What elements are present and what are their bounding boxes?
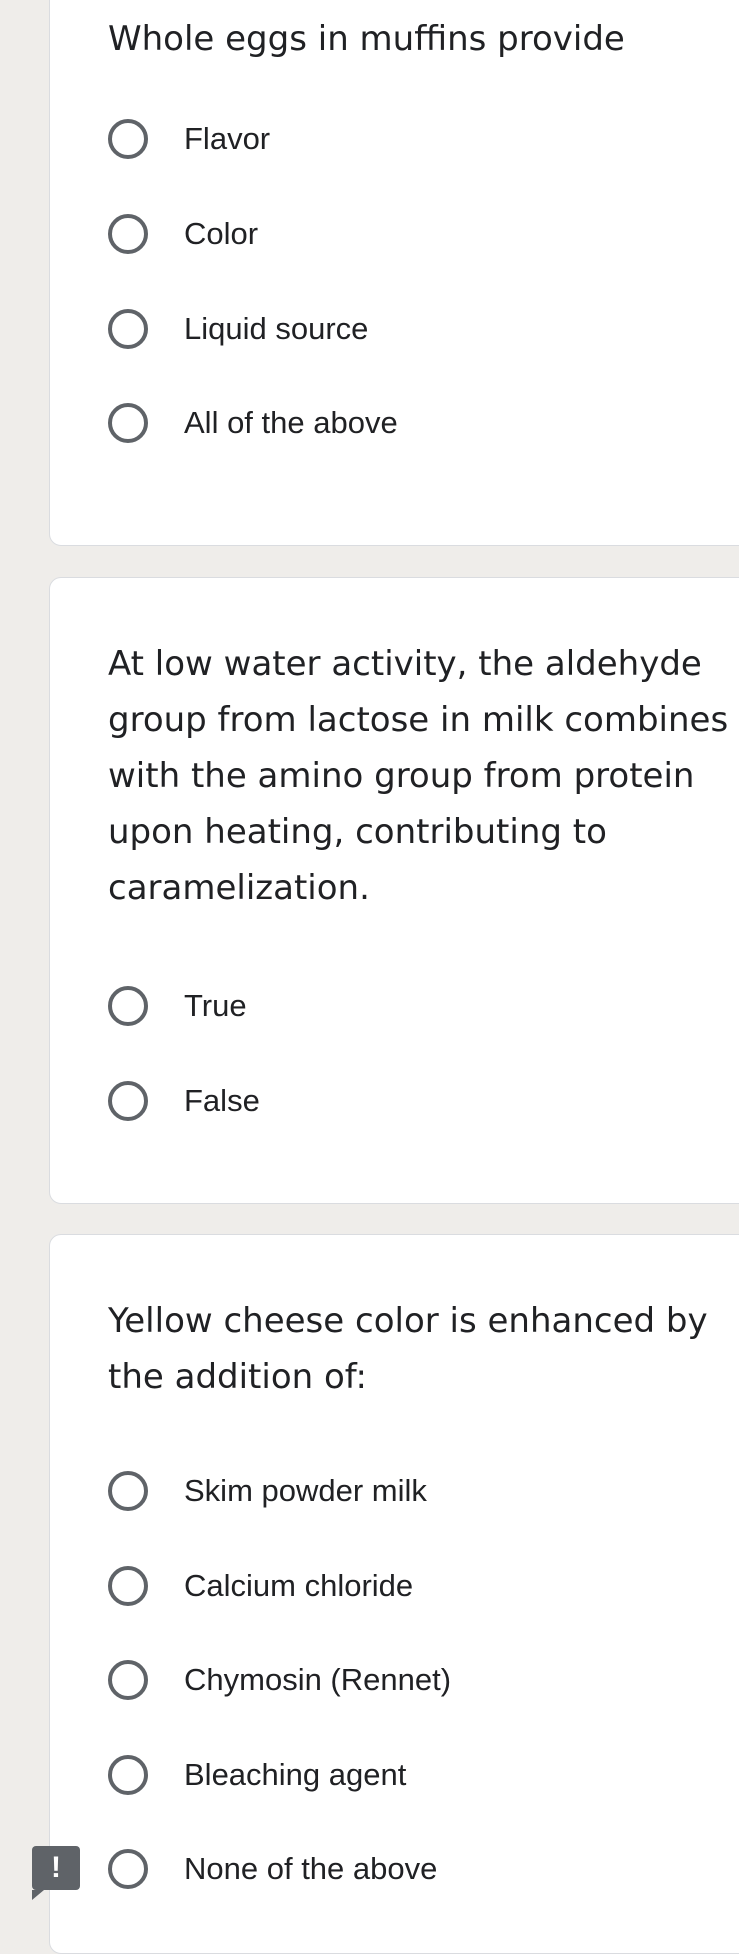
option-label: Bleaching agent bbox=[184, 1757, 407, 1792]
option-flavor[interactable]: Flavor bbox=[108, 109, 728, 169]
option-true[interactable]: True bbox=[108, 976, 728, 1036]
radio-button[interactable] bbox=[108, 119, 148, 159]
option-calcium-chloride[interactable]: Calcium chloride bbox=[108, 1556, 728, 1616]
radio-button[interactable] bbox=[108, 1471, 148, 1511]
option-liquid-source[interactable]: Liquid source bbox=[108, 299, 728, 359]
radio-button[interactable] bbox=[108, 1660, 148, 1700]
option-label: Liquid source bbox=[184, 311, 369, 346]
question-card-3: Yellow cheese color is enhanced by the a… bbox=[49, 1234, 739, 1954]
radio-button[interactable] bbox=[108, 1755, 148, 1795]
option-label: True bbox=[184, 988, 247, 1023]
question-card-2: At low water activity, the aldehyde grou… bbox=[49, 577, 739, 1204]
question-title: At low water activity, the aldehyde grou… bbox=[108, 644, 729, 908]
question-title: Yellow cheese color is enhanced by the a… bbox=[108, 1301, 708, 1397]
option-label: Chymosin (Rennet) bbox=[184, 1662, 452, 1697]
radio-button[interactable] bbox=[108, 403, 148, 443]
radio-button[interactable] bbox=[108, 309, 148, 349]
option-label: Color bbox=[184, 216, 259, 251]
option-all-of-the-above[interactable]: All of the above bbox=[108, 393, 728, 453]
report-problem-button[interactable]: ! bbox=[32, 1846, 80, 1900]
option-label: Calcium chloride bbox=[184, 1568, 414, 1603]
option-color[interactable]: Color bbox=[108, 204, 728, 264]
option-false[interactable]: False bbox=[108, 1071, 728, 1131]
radio-button[interactable] bbox=[108, 986, 148, 1026]
question-title: Whole eggs in muffins provide bbox=[108, 19, 625, 59]
option-none-of-the-above[interactable]: None of the above bbox=[108, 1839, 728, 1899]
option-label: Flavor bbox=[184, 121, 271, 156]
option-skim-powder-milk[interactable]: Skim powder milk bbox=[108, 1461, 728, 1521]
option-bleaching-agent[interactable]: Bleaching agent bbox=[108, 1745, 728, 1805]
radio-button[interactable] bbox=[108, 214, 148, 254]
option-label: Skim powder milk bbox=[184, 1473, 427, 1508]
option-label: All of the above bbox=[184, 405, 398, 440]
report-problem-icon: ! bbox=[51, 1851, 61, 1884]
option-label: None of the above bbox=[184, 1851, 438, 1886]
option-chymosin-rennet[interactable]: Chymosin (Rennet) bbox=[108, 1650, 728, 1710]
option-label: False bbox=[184, 1083, 260, 1118]
question-card-1: Whole eggs in muffins provide Flavor Col… bbox=[49, 0, 739, 546]
radio-button[interactable] bbox=[108, 1081, 148, 1121]
radio-button[interactable] bbox=[108, 1566, 148, 1606]
radio-button[interactable] bbox=[108, 1849, 148, 1889]
